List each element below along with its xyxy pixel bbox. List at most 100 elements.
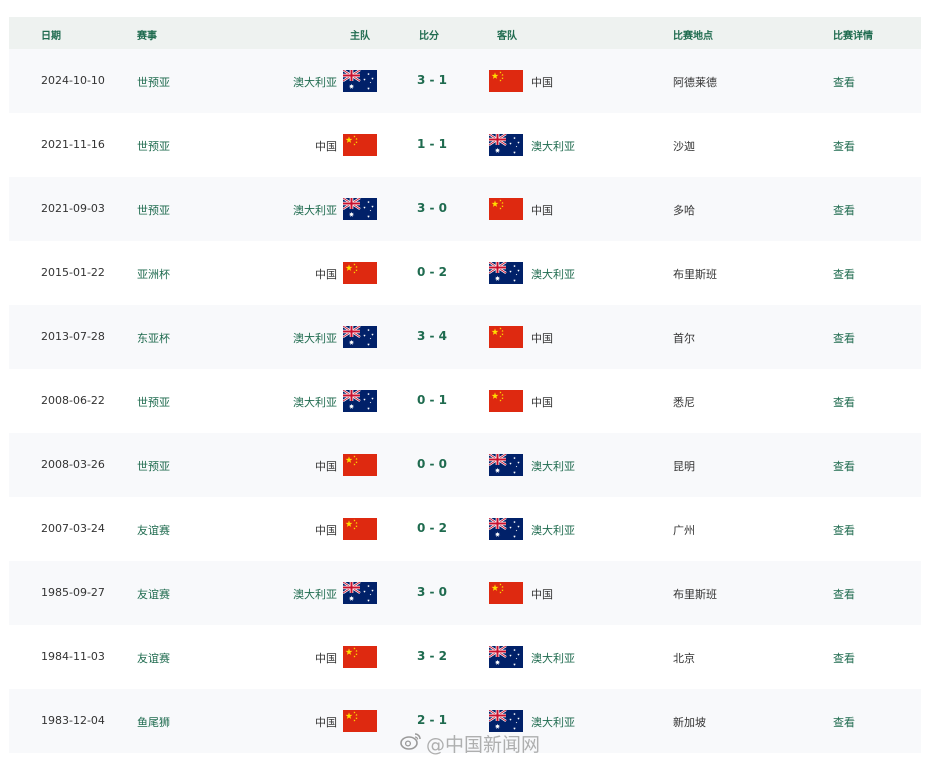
match-date: 2013-07-28 — [41, 330, 105, 343]
away-team: 中国 — [531, 588, 553, 601]
match-venue: 广州 — [673, 524, 695, 537]
home-team: 中国 — [315, 140, 337, 153]
match-venue: 新加坡 — [673, 716, 706, 729]
australia-flag — [489, 134, 523, 156]
match-score: 2 - 1 — [416, 713, 448, 727]
home-team: 澳大利亚 — [293, 204, 337, 217]
view-detail-link[interactable]: 查看 — [833, 202, 855, 218]
header-score: 比分 — [419, 31, 439, 42]
match-score: 3 - 0 — [416, 585, 448, 599]
header-competition: 赛事 — [137, 31, 157, 42]
table-row: 1984-11-03 友谊赛 中国 3 - 2 澳大利亚 北京 查看 — [9, 625, 921, 689]
match-competition[interactable]: 友谊赛 — [137, 650, 170, 666]
match-score: 3 - 4 — [416, 329, 448, 343]
match-competition[interactable]: 友谊赛 — [137, 586, 170, 602]
home-team: 中国 — [315, 524, 337, 537]
header-away: 客队 — [497, 31, 517, 42]
table-row: 2007-03-24 友谊赛 中国 0 - 2 澳大利亚 广州 查看 — [9, 497, 921, 561]
view-detail-link[interactable]: 查看 — [833, 586, 855, 602]
australia-flag — [343, 198, 377, 220]
match-date: 2007-03-24 — [41, 522, 105, 535]
table-row: 2021-11-16 世预亚 中国 1 - 1 澳大利亚 沙迦 查看 — [9, 113, 921, 177]
view-detail-link[interactable]: 查看 — [833, 394, 855, 410]
match-competition[interactable]: 世预亚 — [137, 458, 170, 474]
away-team: 澳大利亚 — [531, 140, 575, 153]
match-competition[interactable]: 东亚杯 — [137, 330, 170, 346]
table-header: 日期 赛事 主队 比分 客队 比赛地点 比赛详情 — [9, 17, 921, 49]
china-flag — [343, 518, 377, 540]
match-score: 3 - 1 — [416, 73, 448, 87]
match-date: 2008-06-22 — [41, 394, 105, 407]
match-date: 2008-03-26 — [41, 458, 105, 471]
view-detail-link[interactable]: 查看 — [833, 458, 855, 474]
china-flag — [489, 582, 523, 604]
home-team: 中国 — [315, 460, 337, 473]
match-date: 2021-11-16 — [41, 138, 105, 151]
china-flag — [489, 70, 523, 92]
match-competition[interactable]: 世预亚 — [137, 138, 170, 154]
china-flag — [343, 134, 377, 156]
china-flag — [489, 326, 523, 348]
header-detail: 比赛详情 — [833, 31, 873, 42]
match-score: 0 - 1 — [416, 393, 448, 407]
match-date: 1985-09-27 — [41, 586, 105, 599]
match-score: 1 - 1 — [416, 137, 448, 151]
match-venue: 布里斯班 — [673, 588, 717, 601]
table-row: 2008-06-22 世预亚 澳大利亚 0 - 1 中国 悉尼 查看 — [9, 369, 921, 433]
match-date: 2021-09-03 — [41, 202, 105, 215]
china-flag — [343, 710, 377, 732]
home-team: 中国 — [315, 268, 337, 281]
match-competition[interactable]: 亚洲杯 — [137, 266, 170, 282]
australia-flag — [343, 70, 377, 92]
china-flag — [343, 646, 377, 668]
match-competition[interactable]: 友谊赛 — [137, 522, 170, 538]
australia-flag — [343, 390, 377, 412]
header-venue: 比赛地点 — [673, 31, 713, 42]
table-row: 2013-07-28 东亚杯 澳大利亚 3 - 4 中国 首尔 查看 — [9, 305, 921, 369]
match-competition[interactable]: 世预亚 — [137, 202, 170, 218]
view-detail-link[interactable]: 查看 — [833, 266, 855, 282]
watermark: @中国新闻网 — [400, 730, 540, 756]
header-home: 主队 — [350, 31, 370, 42]
table-row: 1985-09-27 友谊赛 澳大利亚 3 - 0 中国 布里斯班 查看 — [9, 561, 921, 625]
home-team: 澳大利亚 — [293, 76, 337, 89]
australia-flag — [343, 326, 377, 348]
away-team: 中国 — [531, 332, 553, 345]
table-body: 2024-10-10 世预亚 澳大利亚 3 - 1 中国 阿德莱德 查看 2021-11-16… — [9, 49, 921, 753]
australia-flag — [489, 262, 523, 284]
match-date: 2024-10-10 — [41, 74, 105, 87]
view-detail-link[interactable]: 查看 — [833, 330, 855, 346]
match-score: 0 - 0 — [416, 457, 448, 471]
table-row: 2024-10-10 世预亚 澳大利亚 3 - 1 中国 阿德莱德 查看 — [9, 49, 921, 113]
match-venue: 沙迦 — [673, 140, 695, 153]
away-team: 中国 — [531, 204, 553, 217]
away-team: 澳大利亚 — [531, 716, 575, 729]
home-team: 澳大利亚 — [293, 396, 337, 409]
view-detail-link[interactable]: 查看 — [833, 522, 855, 538]
match-competition[interactable]: 世预亚 — [137, 394, 170, 410]
match-history-table: 日期 赛事 主队 比分 客队 比赛地点 比赛详情 2024-10-10 世预亚 澳大… — [9, 17, 921, 753]
match-date: 1984-11-03 — [41, 650, 105, 663]
home-team: 澳大利亚 — [293, 332, 337, 345]
view-detail-link[interactable]: 查看 — [833, 714, 855, 730]
match-competition[interactable]: 鱼尾狮 — [137, 714, 170, 730]
match-competition[interactable]: 世预亚 — [137, 74, 170, 90]
match-venue: 布里斯班 — [673, 268, 717, 281]
china-flag — [489, 198, 523, 220]
away-team: 中国 — [531, 396, 553, 409]
view-detail-link[interactable]: 查看 — [833, 74, 855, 90]
china-flag — [343, 454, 377, 476]
view-detail-link[interactable]: 查看 — [833, 138, 855, 154]
match-venue: 首尔 — [673, 332, 695, 345]
match-date: 1983-12-04 — [41, 714, 105, 727]
away-team: 澳大利亚 — [531, 652, 575, 665]
match-venue: 北京 — [673, 652, 695, 665]
match-venue: 阿德莱德 — [673, 76, 717, 89]
table-row: 2008-03-26 世预亚 中国 0 - 0 澳大利亚 昆明 查看 — [9, 433, 921, 497]
australia-flag — [489, 454, 523, 476]
china-flag — [489, 390, 523, 412]
view-detail-link[interactable]: 查看 — [833, 650, 855, 666]
match-score: 0 - 2 — [416, 265, 448, 279]
away-team: 中国 — [531, 76, 553, 89]
match-score: 3 - 2 — [416, 649, 448, 663]
